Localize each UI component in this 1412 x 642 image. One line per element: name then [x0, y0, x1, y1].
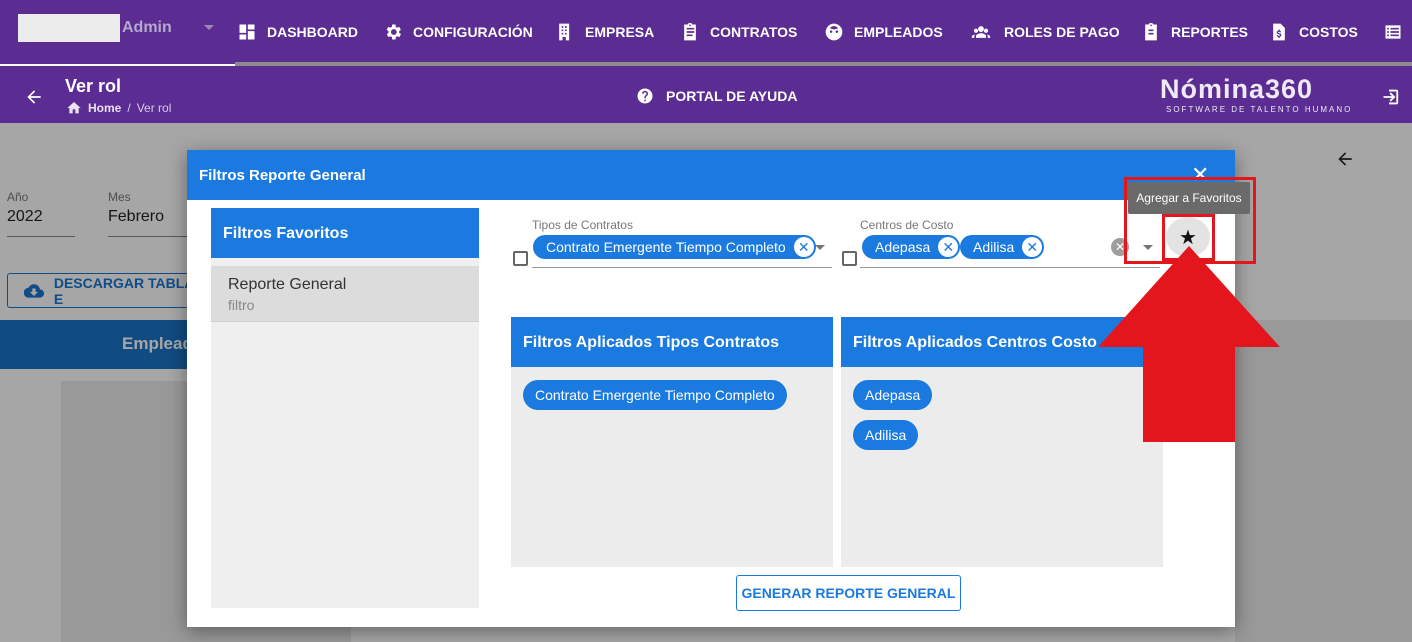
contract-type-chip-label: Contrato Emergente Tiempo Completo: [546, 239, 786, 255]
breadcrumb: Home / Ver rol: [66, 100, 171, 116]
nav-empleados[interactable]: EMPLEADOS: [824, 20, 943, 44]
applied-cost-chip: Adepasa: [853, 380, 933, 410]
cost-file-icon: [1273, 23, 1285, 41]
annotation-arrow-icon: [1098, 246, 1280, 442]
nav-roles-de-pago-label: ROLES DE PAGO: [1004, 24, 1120, 40]
favorite-item-title: Reporte General: [228, 276, 347, 293]
applied-cost-chip: Adilisa: [853, 420, 919, 450]
back-arrow-icon[interactable]: [24, 87, 44, 107]
user-name[interactable]: Admin: [122, 19, 172, 37]
chip-remove-icon[interactable]: ✕: [938, 237, 959, 257]
applied-contract-chip: Contrato Emergente Tiempo Completo: [523, 380, 787, 410]
breadcrumb-home[interactable]: Home: [88, 101, 121, 115]
nav-contratos-label: CONTRATOS: [710, 24, 798, 40]
brand-tagline: SOFTWARE DE TALENTO HUMANO: [1166, 105, 1353, 114]
chip-remove-icon[interactable]: ✕: [793, 237, 814, 257]
applied-contracts-panel: Filtros Aplicados Tipos Contratos Contra…: [511, 317, 833, 567]
brand-logo-text: Nómina360: [1160, 74, 1314, 104]
cost-center-chip: Adilisa ✕: [960, 235, 1045, 259]
dialog-title: Filtros Reporte General: [187, 150, 1235, 200]
people-icon: [971, 26, 991, 38]
user-avatar-placeholder[interactable]: [18, 14, 120, 42]
logout-icon[interactable]: [1378, 86, 1400, 108]
nav-reportes-label: REPORTES: [1171, 24, 1249, 40]
favorite-item[interactable]: Reporte General filtro: [211, 266, 479, 322]
nav-empresa-label: EMPRESA: [585, 24, 655, 40]
clipboard-icon: [684, 22, 696, 41]
nav-more[interactable]: [1383, 20, 1403, 44]
cost-center-chip: Adepasa ✕: [862, 235, 961, 259]
nav-dashboard[interactable]: DASHBOARD: [237, 20, 358, 44]
brand-logo: Nómina360 SOFTWARE DE TALENTO HUMANO: [1160, 74, 1352, 114]
generate-report-button[interactable]: GENERAR REPORTE GENERAL: [736, 575, 961, 611]
page-title: Ver rol: [65, 76, 122, 96]
building-icon: [559, 23, 570, 41]
nav-empresa[interactable]: EMPRESA: [555, 20, 654, 44]
nav-contratos[interactable]: CONTRATOS: [680, 20, 797, 44]
list-icon: [1385, 25, 1401, 39]
favorite-item-subtitle: filtro: [228, 297, 255, 313]
cost-centers-label: Centros de Costo: [860, 218, 954, 232]
home-icon[interactable]: [66, 100, 82, 116]
cost-center-chip-label: Adilisa: [973, 239, 1015, 255]
help-portal-label: PORTAL DE AYUDA: [666, 88, 798, 104]
nav-empleados-label: EMPLEADOS: [854, 24, 943, 40]
favorites-panel: Filtros Favoritos Reporte General filtro: [211, 208, 479, 608]
cost-centers-checkbox[interactable]: [842, 251, 857, 266]
contract-types-underline: [532, 267, 832, 268]
contract-types-label: Tipos de Contratos: [532, 218, 633, 232]
report-icon: [1145, 22, 1157, 41]
nav-roles-de-pago[interactable]: ROLES DE PAGO: [968, 20, 1120, 44]
contract-types-checkbox[interactable]: [513, 251, 528, 266]
contract-types-chevron-down-icon[interactable]: [815, 245, 825, 250]
nav-costos-label: COSTOS: [1299, 24, 1358, 40]
nav-reportes[interactable]: REPORTES: [1141, 20, 1248, 44]
breadcrumb-current: Ver rol: [136, 101, 172, 115]
gear-icon: [386, 24, 401, 40]
breadcrumb-separator: /: [127, 101, 131, 115]
applied-contracts-header: Filtros Aplicados Tipos Contratos: [511, 317, 833, 367]
dashboard-icon: [239, 24, 255, 40]
chip-remove-icon[interactable]: ✕: [1022, 237, 1043, 257]
nav-dashboard-label: DASHBOARD: [267, 24, 358, 40]
contract-type-chip: Contrato Emergente Tiempo Completo ✕: [533, 235, 816, 259]
help-icon: [637, 88, 653, 104]
help-portal-link[interactable]: PORTAL DE AYUDA: [636, 87, 797, 105]
user-menu-chevron-icon[interactable]: [204, 25, 214, 30]
nav-costos[interactable]: COSTOS: [1269, 20, 1358, 44]
nav-configuracion-label: CONFIGURACIÓN: [413, 24, 533, 40]
cost-center-chip-label: Adepasa: [875, 239, 931, 255]
nav-configuracion[interactable]: CONFIGURACIÓN: [383, 20, 533, 44]
favorites-header: Filtros Favoritos: [211, 208, 479, 258]
filters-dialog: Filtros Reporte General ✕ Filtros Favori…: [187, 150, 1235, 627]
face-icon: [825, 23, 843, 41]
